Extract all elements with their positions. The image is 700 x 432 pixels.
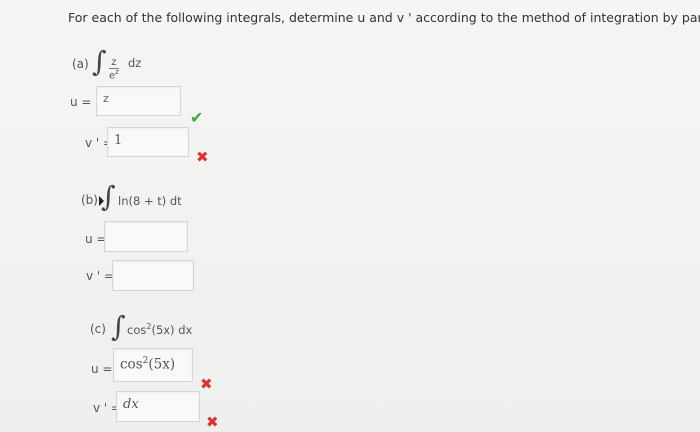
- checkmark-icon: ✔: [190, 108, 204, 127]
- part-a-u-label: u =: [70, 95, 92, 109]
- part-c-u-input[interactable]: cos2(5x): [113, 348, 193, 382]
- part-b-label: (b): [81, 193, 98, 207]
- part-b-vprime-label: v ' =: [86, 269, 115, 283]
- part-b-u-input[interactable]: [104, 221, 188, 252]
- part-b-vprime-input[interactable]: [112, 260, 194, 291]
- part-a-fraction: z ez: [109, 57, 119, 81]
- part-c-label: (c): [90, 322, 106, 336]
- part-b-integrand: ln(8 + t) dt: [118, 194, 182, 208]
- part-c-u-label: u =: [91, 362, 113, 376]
- part-c-integrand: cos2(5x) dx: [127, 322, 193, 337]
- x-mark-icon: ✖: [200, 375, 213, 393]
- part-b-integral-sign: ∫: [101, 180, 116, 213]
- part-c-vprime-input[interactable]: dx: [116, 391, 200, 422]
- part-a-vprime-input[interactable]: 1: [107, 127, 189, 157]
- x-mark-icon: ✖: [196, 148, 209, 166]
- part-a-integral-sign: ∫: [92, 45, 107, 78]
- part-a-differential: dz: [128, 56, 142, 70]
- question-panel: For each of the following integrals, det…: [0, 0, 700, 432]
- part-c-integral-sign: ∫: [111, 310, 126, 343]
- part-a-denominator: ez: [109, 68, 119, 82]
- instructions: For each of the following integrals, det…: [68, 10, 700, 25]
- x-mark-icon: ✖: [206, 413, 219, 431]
- part-a-u-input[interactable]: z: [96, 86, 181, 116]
- part-a-integrand: z ez: [109, 50, 119, 81]
- part-a-label: (a): [72, 57, 89, 71]
